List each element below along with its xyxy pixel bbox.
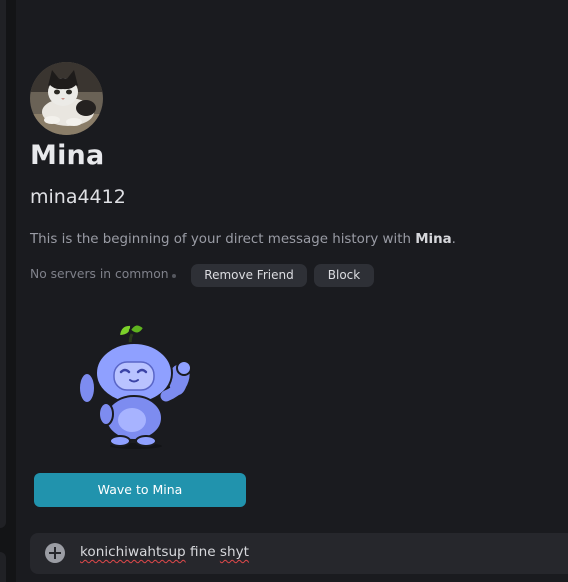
remove-friend-button[interactable]: Remove Friend [191,264,307,287]
mutual-servers-text: No servers in common [30,267,169,281]
wumpus-illustration [78,323,192,449]
left-divider [0,0,16,582]
add-attachment-icon[interactable] [45,543,65,563]
draft-word: shyt [219,544,249,560]
avatar[interactable] [30,62,103,135]
intro-name: Mina [415,232,452,247]
separator-dot [172,274,176,278]
intro-suffix: . [451,232,456,247]
dm-intro-text: This is the beginning of your direct mes… [30,232,456,247]
username: mina4412 [30,186,126,208]
dm-start-view: Mina mina4412 This is the beginning of y… [0,0,568,582]
wumpus-wave-sticker [74,318,198,456]
panel-edge [0,0,6,528]
block-button[interactable]: Block [314,264,374,287]
message-input[interactable]: konichiwahtsup fine shyt [80,544,249,560]
display-name: Mina [30,140,105,171]
draft-word: konichiwahtsup [80,544,186,560]
message-composer[interactable]: konichiwahtsup fine shyt [30,533,568,574]
intro-prefix: This is the beginning of your direct mes… [30,232,416,247]
wave-button[interactable]: Wave to Mina [34,473,246,507]
cat-photo [30,62,103,135]
panel-edge-bottom [0,552,6,582]
draft-word: fine [190,544,216,560]
